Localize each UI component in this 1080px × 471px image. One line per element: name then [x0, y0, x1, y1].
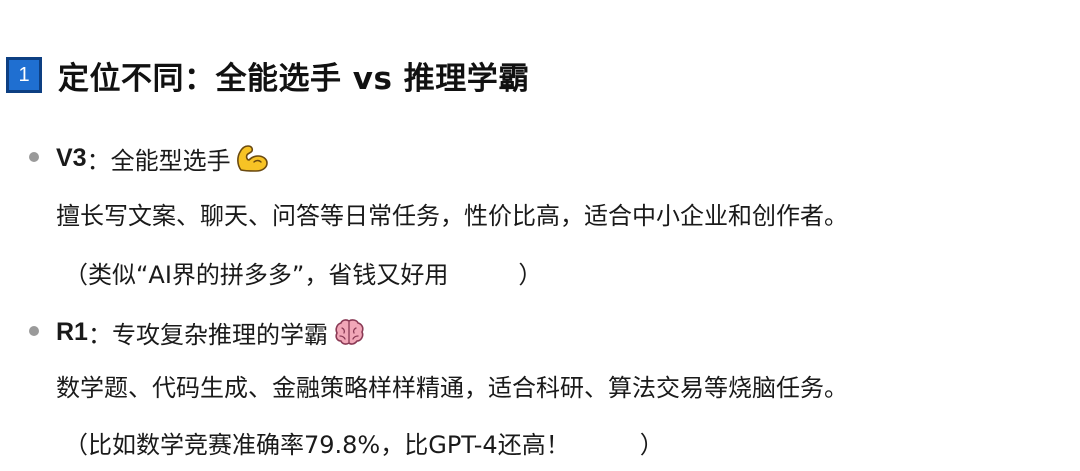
- section-title: 定位不同：全能选手 vs 推理学霸: [58, 60, 530, 97]
- bullet-dot: [29, 326, 39, 336]
- item-note-text: （比如数学竞赛准确率79.8%，比GPT-4还高！: [64, 431, 570, 459]
- item-description: 数学题、代码生成、金融策略样样精通，适合科研、算法交易等烧脑任务。: [56, 374, 848, 402]
- item-note-text: （类似“AI界的拼多多”，省钱又好用: [64, 261, 449, 289]
- item-title: 专攻复杂推理的学霸: [111, 320, 328, 349]
- item-description: 擅长写文案、聊天、问答等日常任务，性价比高，适合中小企业和创作者。: [56, 202, 848, 230]
- item-title-line: R1 ： 专攻复杂推理的学霸: [56, 312, 366, 352]
- item-separator: ：: [86, 146, 111, 175]
- item-separator: ：: [87, 320, 112, 349]
- item-title-line: V3 ： 全能型选手: [56, 138, 269, 178]
- bullet-dot: [29, 152, 39, 162]
- section-number-badge: 1: [6, 57, 42, 93]
- item-note: （比如数学竞赛准确率79.8%，比GPT-4还高！ ）: [64, 425, 664, 460]
- item-key: V3: [56, 143, 87, 172]
- item-note-close: ）: [518, 261, 543, 289]
- brain-icon: [335, 319, 364, 345]
- flexed-biceps-icon: [236, 145, 268, 172]
- item-key: R1: [56, 317, 88, 346]
- item-note: （类似“AI界的拼多多”，省钱又好用 ）: [64, 255, 542, 290]
- item-title: 全能型选手: [110, 146, 231, 175]
- item-note-close: ）: [639, 431, 664, 459]
- section-heading: 1 定位不同：全能选手 vs 推理学霸: [6, 52, 530, 98]
